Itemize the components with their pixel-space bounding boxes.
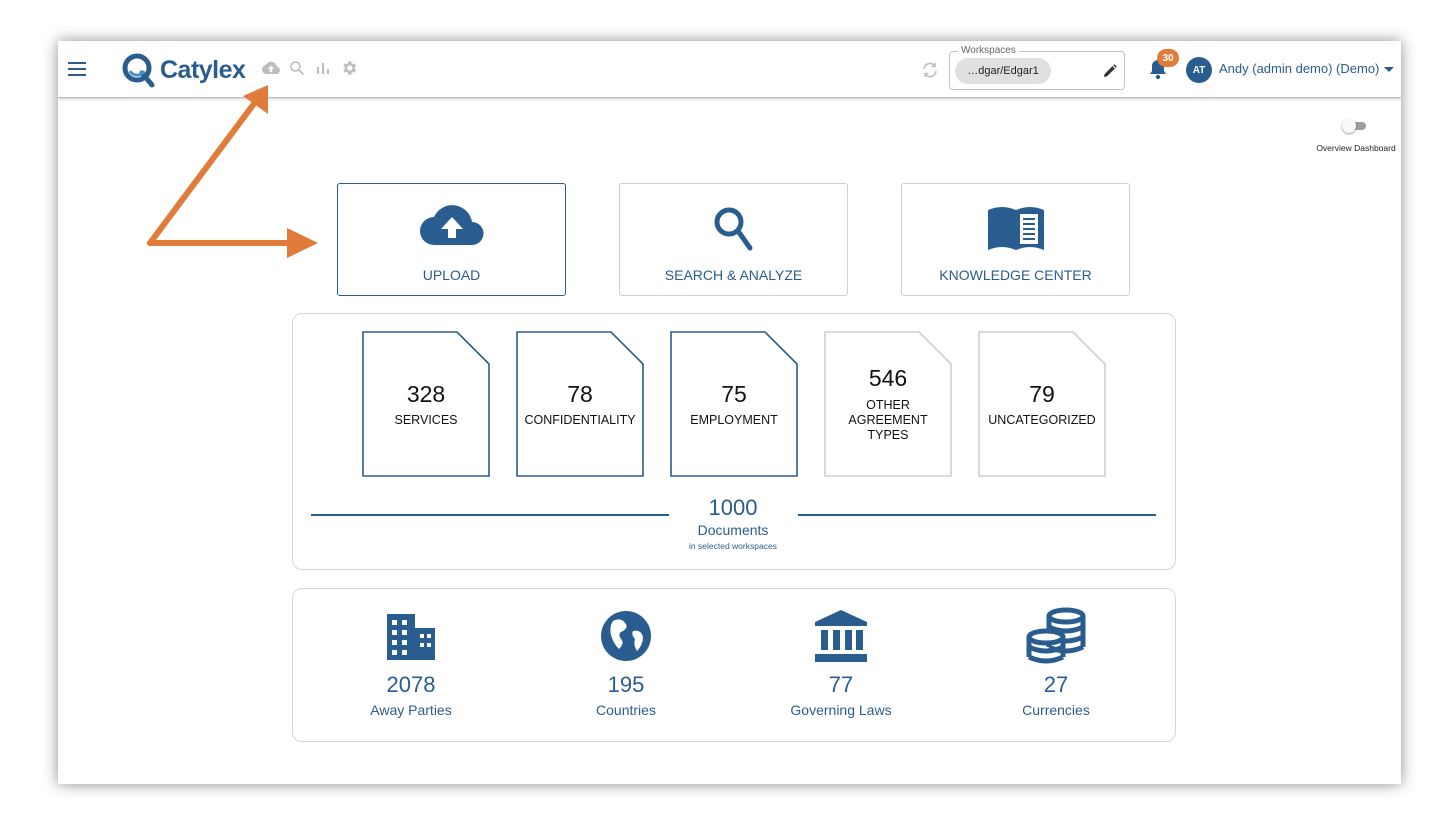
knowledge-center-label: KNOWLEDGE CENTER <box>939 267 1092 283</box>
cloud-upload-icon <box>338 204 565 248</box>
workspace-select[interactable]: Workspaces …dgar/Edgar1 <box>949 45 1125 90</box>
doc-count: 75 <box>721 381 747 407</box>
settings-gear-icon[interactable] <box>339 58 359 78</box>
stat-away-parties[interactable]: 2078 Away Parties <box>321 606 501 718</box>
doc-count: 79 <box>1029 381 1055 407</box>
building-icon <box>321 606 501 666</box>
doc-type-uncategorized[interactable]: 79 UNCATEGORIZED <box>978 331 1106 477</box>
doc-label-line: TYPES <box>867 428 909 442</box>
doc-label: SERVICES <box>394 413 458 427</box>
caret-down-icon <box>1384 67 1395 73</box>
stat-label: Countries <box>596 702 656 718</box>
stat-label: Currencies <box>1022 702 1090 718</box>
doc-count: 546 <box>868 365 908 391</box>
doc-label: CONFIDENTIALITY <box>524 413 636 427</box>
logo[interactable]: Catylex <box>120 50 246 90</box>
avatar[interactable]: AT <box>1186 57 1212 83</box>
doc-count: 328 <box>406 381 446 407</box>
doc-label: UNCATEGORIZED <box>988 413 1096 427</box>
stat-label: Away Parties <box>370 702 452 718</box>
app-window: Catylex Workspaces …dgar/Edgar1 30 AT An… <box>58 41 1401 784</box>
overview-dashboard-toggle[interactable] <box>1342 119 1368 133</box>
workspace-chip[interactable]: …dgar/Edgar1 <box>955 58 1051 84</box>
doc-label-line: OTHER <box>866 398 910 412</box>
doc-type-services[interactable]: 328 SERVICES <box>362 331 490 477</box>
refresh-icon[interactable] <box>920 60 940 80</box>
upload-label: UPLOAD <box>422 267 481 283</box>
stat-countries[interactable]: 195 Countries <box>536 606 716 718</box>
pencil-edit-icon[interactable] <box>1102 63 1118 79</box>
upload-card[interactable]: UPLOAD <box>337 183 566 296</box>
user-menu[interactable]: Andy (admin demo) (Demo) <box>1219 61 1395 76</box>
stat-governing-laws[interactable]: 77 Governing Laws <box>751 606 931 718</box>
divider-right <box>798 514 1156 516</box>
total-documents-sublabel: in selected workspaces <box>689 541 777 551</box>
coins-stack-icon <box>966 606 1146 666</box>
workspace-label: Workspaces <box>958 45 1019 56</box>
doc-type-employment[interactable]: 75 EMPLOYMENT <box>670 331 798 477</box>
user-name: Andy (admin demo) (Demo) <box>1219 61 1380 76</box>
top-app-bar: Catylex Workspaces …dgar/Edgar1 30 AT An… <box>58 41 1401 98</box>
menu-icon[interactable] <box>68 62 86 76</box>
total-documents-count: 1000 <box>708 495 758 520</box>
stat-label: Governing Laws <box>790 702 892 718</box>
notification-count-badge: 30 <box>1157 49 1179 67</box>
doc-label: OTHER AGREEMENT TYPES <box>826 398 950 443</box>
doc-label-line: AGREEMENT <box>848 413 928 427</box>
stat-count: 27 <box>1043 672 1069 697</box>
knowledge-center-card[interactable]: KNOWLEDGE CENTER <box>901 183 1130 296</box>
magnifier-icon <box>620 204 847 252</box>
stat-count: 195 <box>607 672 645 697</box>
overview-dashboard-label: Overview Dashboard <box>1316 143 1396 153</box>
stat-currencies[interactable]: 27 Currencies <box>966 606 1146 718</box>
stat-count: 2078 <box>386 672 436 697</box>
toolbar-icons <box>261 58 359 78</box>
search-analyze-card[interactable]: SEARCH & ANALYZE <box>619 183 848 296</box>
bar-chart-icon[interactable] <box>313 58 333 78</box>
search-icon[interactable] <box>287 58 307 78</box>
doc-type-other-agreement-types[interactable]: 546 OTHER AGREEMENT TYPES <box>824 331 952 477</box>
doc-label: EMPLOYMENT <box>690 413 778 427</box>
catylex-logo-icon <box>122 53 155 88</box>
courthouse-icon <box>751 606 931 666</box>
book-icon <box>902 204 1129 252</box>
search-analyze-label: SEARCH & ANALYZE <box>664 267 803 283</box>
logo-text: Catylex <box>160 55 246 84</box>
divider-left <box>311 514 669 516</box>
doc-type-confidentiality[interactable]: 78 CONFIDENTIALITY <box>516 331 644 477</box>
globe-icon <box>536 606 716 666</box>
doc-count: 78 <box>567 381 593 407</box>
total-documents-label: Documents <box>697 522 769 538</box>
upload-cloud-icon[interactable] <box>261 58 281 78</box>
stat-count: 77 <box>828 672 854 697</box>
